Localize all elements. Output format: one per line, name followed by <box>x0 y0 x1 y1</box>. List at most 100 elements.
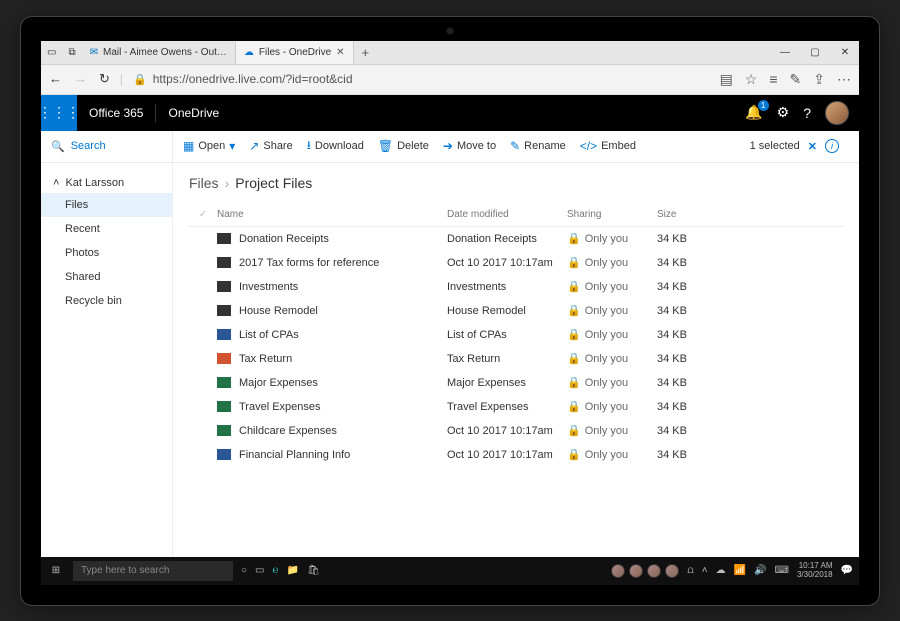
col-sharing[interactable]: Sharing <box>567 209 657 220</box>
moveto-button[interactable]: ➔Move to <box>443 139 496 153</box>
app-name[interactable]: OneDrive <box>156 106 231 120</box>
body-area: ˄ Kat Larsson Files Recent Photos Shared… <box>41 163 859 557</box>
open-button[interactable]: ▦Open▾ <box>183 139 235 153</box>
explorer-icon[interactable]: 📁 <box>287 565 299 576</box>
folder-icon <box>217 257 231 268</box>
breadcrumb-current: Project Files <box>235 175 312 191</box>
new-tab-button[interactable]: + <box>354 45 378 60</box>
nav-item-recent[interactable]: Recent <box>41 217 172 241</box>
refresh-button[interactable]: ↻ <box>99 71 110 87</box>
hub-icon[interactable]: ≡ <box>769 71 777 88</box>
table-row[interactable]: Childcare ExpensesOct 10 2017 10:17am🔒On… <box>189 419 843 443</box>
delete-button[interactable]: 🗑Delete <box>378 139 429 153</box>
back-button[interactable]: ← <box>49 71 62 87</box>
table-row[interactable]: Major ExpensesMajor Expenses🔒Only you34 … <box>189 371 843 395</box>
notification-badge: 1 <box>758 100 769 111</box>
file-table: ✓ Name Date modified Sharing Size Donati… <box>189 203 843 467</box>
moveto-icon: ➔ <box>443 139 453 153</box>
folder-icon <box>217 281 231 292</box>
settings-button[interactable]: ⚙ <box>777 104 790 121</box>
file-sharing: Only you <box>585 449 628 461</box>
chevron-right-icon: › <box>225 175 230 191</box>
forward-button[interactable]: → <box>74 71 87 87</box>
notifications-button[interactable]: 🔔 1 <box>745 104 762 121</box>
taskview-button[interactable]: ▭ <box>255 565 264 576</box>
notes-icon[interactable]: ✎ <box>790 71 802 88</box>
breadcrumb-root[interactable]: Files <box>189 175 219 191</box>
windows-search-input[interactable]: Type here to search <box>73 561 233 581</box>
profile-avatar[interactable] <box>825 101 849 125</box>
nav-item-files[interactable]: Files <box>41 193 172 217</box>
edge-icon[interactable]: ℮ <box>273 565 279 576</box>
col-modified[interactable]: Date modified <box>447 209 567 220</box>
breadcrumb: Files › Project Files <box>189 175 843 191</box>
start-button[interactable]: ⊞ <box>47 565 65 576</box>
share-icon[interactable]: ⇪ <box>813 71 825 88</box>
keyboard-icon[interactable]: ⌨ <box>775 565 789 576</box>
table-row[interactable]: Financial Planning InfoOct 10 2017 10:17… <box>189 443 843 467</box>
lock-icon: 🔒 <box>567 304 581 317</box>
nav-item-photos[interactable]: Photos <box>41 241 172 265</box>
details-pane-button[interactable]: i <box>825 139 839 153</box>
word-icon <box>217 329 231 340</box>
file-size: 34 KB <box>657 401 727 413</box>
file-sharing: Only you <box>585 377 628 389</box>
nav-item-shared[interactable]: Shared <box>41 265 172 289</box>
url-field[interactable]: 🔒 https://onedrive.live.com/?id=root&cid <box>133 72 710 86</box>
taskview-icon[interactable]: ▭ <box>41 47 62 58</box>
table-row[interactable]: Travel ExpensesTravel Expenses🔒Only you3… <box>189 395 843 419</box>
suite-brand[interactable]: Office 365 <box>77 104 156 122</box>
clear-selection-button[interactable]: ✕ <box>808 140 817 153</box>
close-icon[interactable]: ✕ <box>336 47 344 58</box>
tab-mail[interactable]: ✉ Mail - Aimee Owens - Out… <box>82 41 236 64</box>
people-bar[interactable] <box>611 564 679 578</box>
table-row[interactable]: 2017 Tax forms for referenceOct 10 2017 … <box>189 251 843 275</box>
table-row[interactable]: Donation ReceiptsDonation Receipts🔒Only … <box>189 227 843 251</box>
col-size[interactable]: Size <box>657 209 727 220</box>
reading-view-icon[interactable]: ▤ <box>720 71 733 88</box>
embed-button[interactable]: </>Embed <box>580 139 636 153</box>
file-name: Tax Return <box>239 353 292 365</box>
table-row[interactable]: InvestmentsInvestments🔒Only you34 KB <box>189 275 843 299</box>
file-modified: Oct 10 2017 10:17am <box>447 425 567 437</box>
file-sharing: Only you <box>585 401 628 413</box>
col-name[interactable]: Name <box>217 209 447 220</box>
cortana-icon[interactable]: ○ <box>241 565 247 576</box>
clock-date: 3/30/2018 <box>797 571 833 580</box>
maximize-button[interactable]: ▢ <box>801 47 829 58</box>
close-window-button[interactable]: ✕ <box>831 47 859 58</box>
table-row[interactable]: Tax ReturnTax Return🔒Only you34 KB <box>189 347 843 371</box>
file-sharing: Only you <box>585 425 628 437</box>
tab-new-window-icon[interactable]: ⧉ <box>62 47 81 58</box>
favorite-icon[interactable]: ☆ <box>745 71 758 88</box>
col-check[interactable]: ✓ <box>189 209 217 220</box>
minimize-button[interactable]: — <box>771 47 799 58</box>
folder-icon <box>217 233 231 244</box>
file-name: Childcare Expenses <box>239 425 337 437</box>
tab-mail-label: Mail - Aimee Owens - Out… <box>103 47 227 58</box>
file-sharing: Only you <box>585 305 628 317</box>
tray-chevron-icon[interactable]: ˄ <box>702 565 708 576</box>
app-launcher-button[interactable]: ⋮⋮⋮ <box>41 95 77 131</box>
clock[interactable]: 10:17 AM 3/30/2018 <box>797 562 833 580</box>
rename-button[interactable]: ✎Rename <box>510 139 566 153</box>
download-button[interactable]: ⭳Download <box>307 136 364 157</box>
tab-onedrive[interactable]: ☁ Files - OneDrive ✕ <box>236 41 354 64</box>
nav-item-recycle[interactable]: Recycle bin <box>41 289 172 313</box>
volume-icon[interactable]: 🔊 <box>754 565 766 576</box>
file-modified: Major Expenses <box>447 377 567 389</box>
word-open-icon: ▦ <box>183 139 194 153</box>
nav-owner[interactable]: ˄ Kat Larsson <box>41 173 172 193</box>
search-input[interactable]: 🔍 Search <box>41 131 173 162</box>
network-icon[interactable]: 📶 <box>734 565 746 576</box>
more-icon[interactable]: ⋯ <box>837 71 851 88</box>
share-button[interactable]: ↗Share <box>249 139 292 153</box>
window-controls: — ▢ ✕ <box>771 47 859 58</box>
action-center-icon[interactable]: 💬 <box>841 565 853 576</box>
onedrive-tray-icon[interactable]: ☁ <box>716 565 726 576</box>
people-icon[interactable]: ⩍ <box>687 565 694 576</box>
help-button[interactable]: ? <box>803 105 811 121</box>
table-row[interactable]: House RemodelHouse Remodel🔒Only you34 KB <box>189 299 843 323</box>
table-row[interactable]: List of CPAsList of CPAs🔒Only you34 KB <box>189 323 843 347</box>
store-icon[interactable]: 🛍 <box>307 565 320 576</box>
